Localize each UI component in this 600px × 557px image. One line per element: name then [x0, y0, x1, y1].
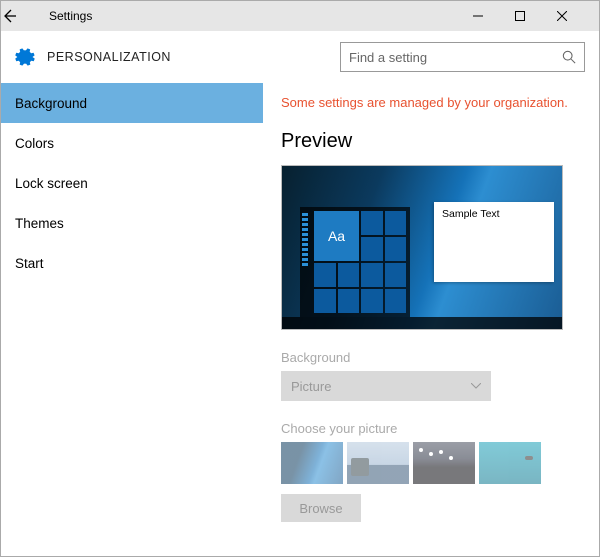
preview-heading: Preview: [281, 130, 585, 153]
header-title: PERSONALIZATION: [47, 50, 171, 64]
search-box[interactable]: [340, 42, 585, 72]
search-input[interactable]: [349, 50, 562, 65]
preview-sample-window: Sample Text: [434, 202, 554, 282]
close-icon: [557, 11, 567, 21]
sidebar-item-label: Colors: [15, 136, 54, 151]
choose-picture-label: Choose your picture: [281, 421, 585, 436]
picture-thumb: [347, 442, 409, 484]
sidebar-item-themes[interactable]: Themes: [1, 203, 263, 243]
sidebar-item-colors[interactable]: Colors: [1, 123, 263, 163]
minimize-icon: [473, 11, 483, 21]
sidebar-item-label: Themes: [15, 216, 64, 231]
sidebar-item-background[interactable]: Background: [1, 83, 263, 123]
chevron-down-icon: [471, 383, 481, 389]
sidebar: Background Colors Lock screen Themes Sta…: [1, 83, 263, 556]
window-title: Settings: [49, 9, 92, 23]
sidebar-item-label: Lock screen: [15, 176, 88, 191]
background-select: Picture: [281, 371, 491, 401]
org-warning: Some settings are managed by your organi…: [281, 95, 585, 110]
header: PERSONALIZATION: [1, 31, 599, 83]
search-icon: [562, 50, 576, 64]
gear-icon: [15, 47, 35, 67]
preview-image: Aa Sample Text: [281, 165, 563, 330]
browse-button: Browse: [281, 494, 361, 522]
close-button[interactable]: [557, 11, 599, 21]
maximize-icon: [515, 11, 525, 21]
picture-thumb: [281, 442, 343, 484]
picture-thumbnails: [281, 442, 585, 484]
title-bar: Settings: [1, 1, 599, 31]
sidebar-item-lock-screen[interactable]: Lock screen: [1, 163, 263, 203]
preview-taskbar: [282, 317, 562, 329]
picture-thumb: [479, 442, 541, 484]
sidebar-item-label: Start: [15, 256, 44, 271]
maximize-button[interactable]: [515, 11, 557, 21]
annotation-arrow: [263, 333, 283, 453]
picture-thumb: [413, 442, 475, 484]
arrow-left-icon: [1, 8, 17, 24]
preview-tile-big: Aa: [314, 211, 359, 261]
background-label: Background: [281, 350, 585, 365]
sidebar-item-start[interactable]: Start: [1, 243, 263, 283]
main-panel: Some settings are managed by your organi…: [263, 83, 599, 556]
back-button[interactable]: [1, 8, 41, 24]
sidebar-item-label: Background: [15, 96, 87, 111]
preview-sample-text: Sample Text: [442, 208, 500, 220]
background-select-value: Picture: [291, 379, 331, 394]
minimize-button[interactable]: [473, 11, 515, 21]
preview-start-menu: Aa: [300, 207, 410, 317]
browse-label: Browse: [299, 501, 342, 516]
